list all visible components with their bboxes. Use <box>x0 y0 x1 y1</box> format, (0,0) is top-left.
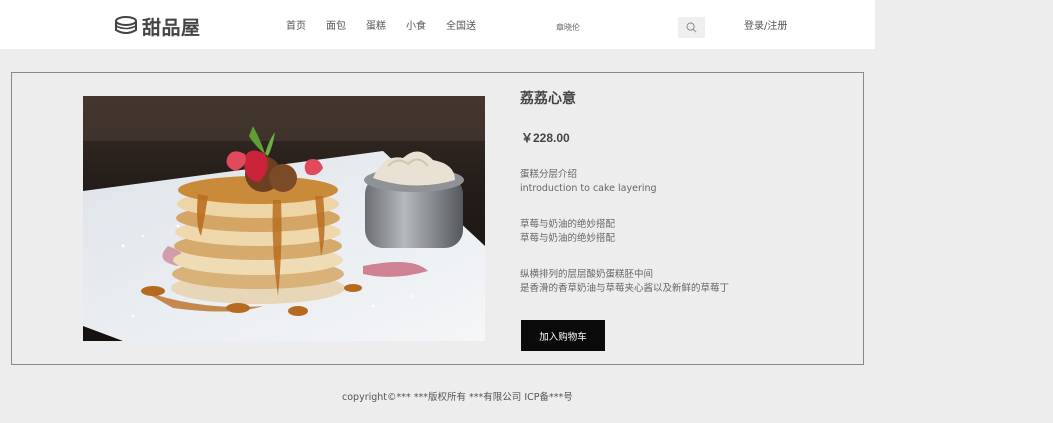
description-line: 蛋糕分层介绍 <box>520 169 578 180</box>
product-name: 荔荔心意 <box>520 91 576 107</box>
description-layering: 蛋糕分层介绍 introduction to cake layering <box>520 168 657 196</box>
nav-item-bread[interactable]: 面包 <box>326 20 346 34</box>
login-register-link[interactable]: 登录/注册 <box>744 20 787 34</box>
description-pairing: 草莓与奶油的绝妙搭配 草莓与奶油的绝妙搭配 <box>520 218 615 246</box>
description-filling: 纵横排列的层层酸奶蛋糕胚中间 是香滑的香草奶油与草莓夹心酱以及新鲜的草莓丁 <box>520 268 729 296</box>
description-line: 是香滑的香草奶油与草莓夹心酱以及新鲜的草莓丁 <box>520 283 730 294</box>
nav-item-cake[interactable]: 蛋糕 <box>366 20 386 34</box>
logo[interactable]: 甜品屋 <box>114 14 201 39</box>
logo-text: 甜品屋 <box>142 16 201 39</box>
main-nav: 首页 面包 蛋糕 小食 全国送 <box>286 20 496 34</box>
site-header: 甜品屋 首页 面包 蛋糕 小食 全国送 章晓伦 登录/注册 <box>0 0 875 49</box>
description-line: 草莓与奶油的绝妙搭配 <box>520 233 616 244</box>
product-detail-panel: 荔荔心意 ￥228.00 蛋糕分层介绍 introduction to cake… <box>11 72 864 365</box>
product-price: ￥228.00 <box>521 131 570 145</box>
description-line: 草莓与奶油的绝妙搭配 <box>520 219 616 230</box>
nav-item-nationwide-delivery[interactable]: 全国送 <box>446 20 476 34</box>
search-icon <box>686 22 697 33</box>
search-button[interactable] <box>678 17 705 38</box>
username: 章晓伦 <box>556 23 580 32</box>
pancake-photo <box>83 96 485 341</box>
product-image <box>83 96 485 341</box>
footer-copyright: copyright©*** ***版权所有 ***有限公司 ICP备***号 <box>342 392 573 403</box>
description-line: 纵横排列的层层酸奶蛋糕胚中间 <box>520 269 654 280</box>
nav-item-snacks[interactable]: 小食 <box>406 20 426 34</box>
cake-icon <box>115 16 137 34</box>
nav-item-home[interactable]: 首页 <box>286 20 306 34</box>
add-to-cart-button[interactable]: 加入购物车 <box>521 320 605 351</box>
description-line: introduction to cake layering <box>520 183 657 194</box>
